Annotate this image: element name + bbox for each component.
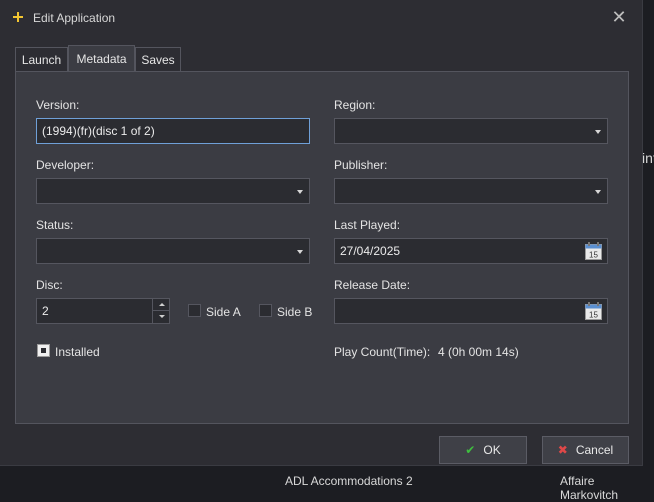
disc-label: Disc: <box>36 278 63 292</box>
cancel-button[interactable]: ✖ Cancel <box>542 436 629 464</box>
background-window-text: int <box>642 150 654 166</box>
tab-metadata[interactable]: Metadata <box>68 45 135 72</box>
calendar-icon-day: 15 <box>589 311 598 320</box>
tab-saves[interactable]: Saves <box>135 47 181 71</box>
release-date-picker[interactable]: 15 <box>334 298 608 324</box>
ok-button[interactable]: ✔ OK <box>439 436 527 464</box>
last-played-value: 27/04/2025 <box>340 244 401 258</box>
version-label: Version: <box>36 98 80 112</box>
stepper-up-icon[interactable] <box>152 299 169 311</box>
release-date-label: Release Date: <box>334 278 411 292</box>
app-icon <box>13 12 23 22</box>
chevron-down-icon <box>297 250 303 254</box>
publisher-label: Publisher: <box>334 158 388 172</box>
version-input[interactable]: (1994)(fr)(disc 1 of 2) <box>36 118 310 144</box>
publisher-dropdown[interactable] <box>334 178 608 204</box>
play-count-label: Play Count(Time): <box>334 345 431 359</box>
status-label: Status: <box>36 218 74 232</box>
cancel-button-label: Cancel <box>575 443 614 457</box>
chevron-down-icon <box>595 190 601 194</box>
cancel-icon: ✖ <box>557 443 568 457</box>
side-b-label[interactable]: Side B <box>277 305 312 319</box>
disc-stepper[interactable]: 2 <box>36 298 170 324</box>
background-list-text-2: Affaire Markovitch <box>560 474 619 502</box>
calendar-icon[interactable]: 15 <box>585 242 602 260</box>
installed-label[interactable]: Installed <box>55 345 100 359</box>
side-a-checkbox[interactable] <box>188 304 201 317</box>
ok-button-label: OK <box>483 443 501 457</box>
disc-value: 2 <box>42 304 49 318</box>
background-list-text: ADL Accommodations 2 <box>285 474 413 488</box>
stepper-down-icon[interactable] <box>152 311 169 323</box>
tab-launch[interactable]: Launch <box>15 47 68 71</box>
developer-dropdown[interactable] <box>36 178 310 204</box>
calendar-icon[interactable]: 15 <box>585 302 602 320</box>
edit-application-dialog: Edit Application ✕ Launch Metadata Saves… <box>0 0 643 466</box>
status-dropdown[interactable] <box>36 238 310 264</box>
developer-label: Developer: <box>36 158 95 172</box>
dialog-title: Edit Application <box>33 11 116 25</box>
region-label: Region: <box>334 98 376 112</box>
side-b-checkbox[interactable] <box>259 304 272 317</box>
check-icon: ✔ <box>465 443 476 457</box>
side-a-label[interactable]: Side A <box>206 305 241 319</box>
calendar-icon-day: 15 <box>589 251 598 260</box>
last-played-date-picker[interactable]: 27/04/2025 15 <box>334 238 608 264</box>
chevron-down-icon <box>595 130 601 134</box>
chevron-down-icon <box>297 190 303 194</box>
installed-checkbox[interactable] <box>37 344 50 357</box>
region-dropdown[interactable] <box>334 118 608 144</box>
metadata-panel: Version: (1994)(fr)(disc 1 of 2) Region:… <box>15 71 629 424</box>
close-icon[interactable]: ✕ <box>610 8 628 26</box>
play-count-value: 4 (0h 00m 14s) <box>438 345 519 359</box>
last-played-label: Last Played: <box>334 218 401 232</box>
